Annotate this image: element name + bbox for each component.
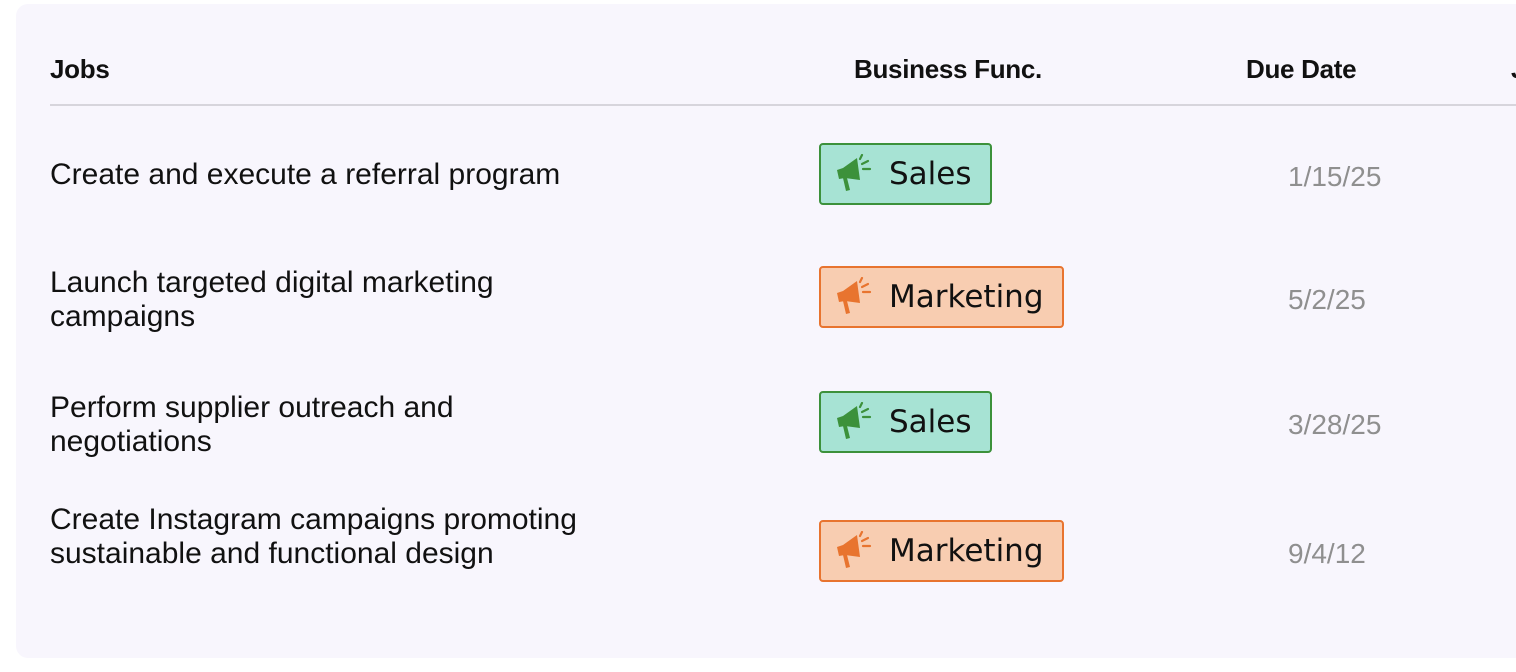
table-row[interactable]: Create Instagram campaigns promoting sus… xyxy=(50,503,1516,613)
job-title: Create Instagram campaigns promoting sus… xyxy=(50,503,577,570)
badge-label: Marketing xyxy=(889,533,1044,569)
column-header-business-func[interactable]: Business Func. xyxy=(854,54,1042,85)
megaphone-icon xyxy=(837,402,872,439)
table-row[interactable]: Perform supplier outreach and negotiatio… xyxy=(50,391,1516,461)
job-title: Perform supplier outreach and negotiatio… xyxy=(50,391,454,458)
business-func-badge[interactable]: Sales xyxy=(819,391,992,453)
jobs-table-card: Jobs Business Func. Due Date J Create an… xyxy=(16,4,1516,658)
job-title: Launch targeted digital marketing campai… xyxy=(50,266,494,333)
business-func-badge[interactable]: Marketing xyxy=(819,520,1064,582)
due-date: 1/15/25 xyxy=(1288,161,1382,192)
due-date: 3/28/25 xyxy=(1288,409,1382,440)
due-date: 5/2/25 xyxy=(1288,284,1366,315)
badge-label: Marketing xyxy=(889,279,1044,315)
megaphone-icon xyxy=(837,277,872,314)
table-row[interactable]: Create and execute a referral program Sa… xyxy=(50,143,1516,207)
column-header-jobs[interactable]: Jobs xyxy=(50,54,110,85)
table-header: Jobs Business Func. Due Date J xyxy=(50,4,1516,106)
badge-label: Sales xyxy=(889,404,972,440)
column-header-partial[interactable]: J xyxy=(1511,54,1516,85)
job-title: Create and execute a referral program xyxy=(50,158,561,191)
badge-label: Sales xyxy=(889,156,972,192)
table-row[interactable]: Launch targeted digital marketing campai… xyxy=(50,266,1516,336)
due-date: 9/4/12 xyxy=(1288,538,1366,569)
megaphone-icon xyxy=(837,531,872,568)
megaphone-icon xyxy=(837,154,872,191)
column-header-due-date[interactable]: Due Date xyxy=(1246,54,1357,85)
business-func-badge[interactable]: Marketing xyxy=(819,266,1064,328)
business-func-badge[interactable]: Sales xyxy=(819,143,992,205)
